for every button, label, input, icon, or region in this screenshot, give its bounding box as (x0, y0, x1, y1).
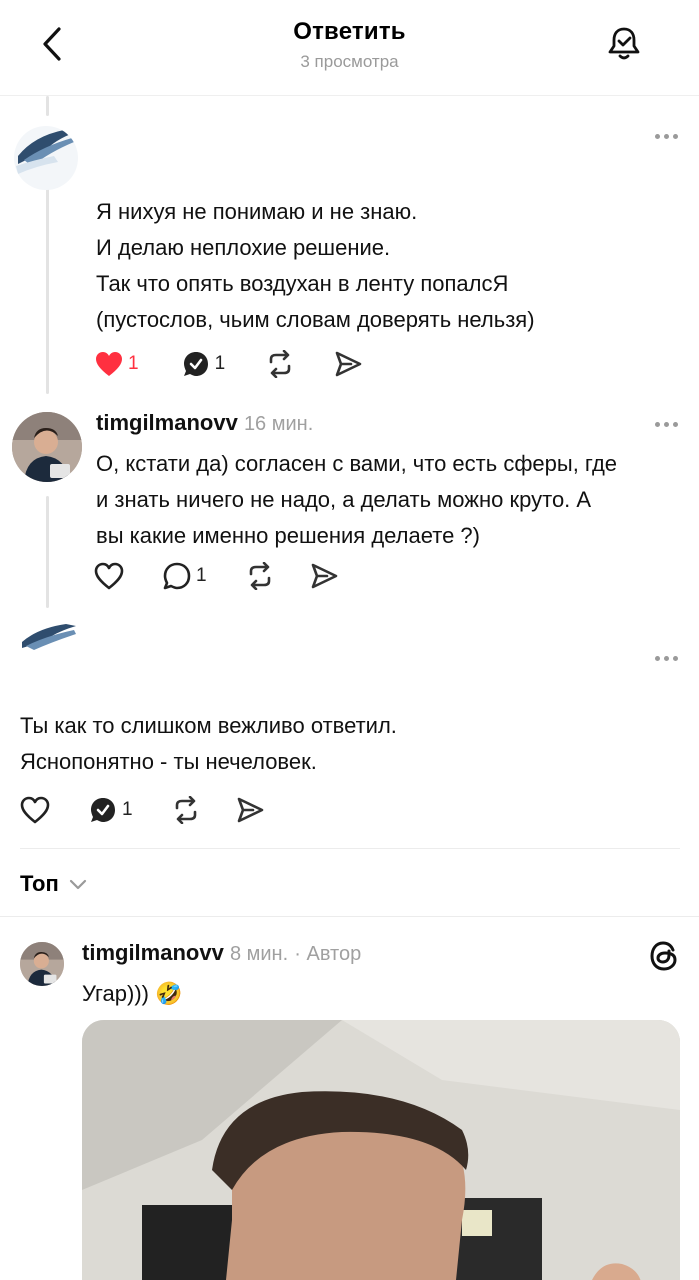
avatar[interactable] (20, 622, 78, 656)
heart-icon (96, 352, 122, 376)
more-options-button[interactable] (648, 412, 684, 436)
page-title: Ответить (293, 18, 406, 45)
heart-icon (94, 562, 124, 590)
like-button[interactable]: 1 (94, 344, 139, 384)
post-line: Так что опять воздухан в ленту попалсЯ (96, 271, 509, 296)
reply-count: 1 (196, 565, 207, 586)
post-line: Ты как то слишком вежливо ответил. (20, 713, 397, 738)
repost-icon (175, 796, 196, 824)
avatar[interactable] (12, 412, 82, 482)
more-options-button[interactable] (648, 124, 684, 148)
post-body: Я нихуя не понимаю и не знаю. И делаю не… (96, 194, 535, 338)
avatar[interactable] (20, 942, 64, 986)
author-badge: · Автор (294, 943, 362, 965)
post-line: вы какие именно решения делаете ?) (96, 523, 480, 548)
comment-icon (91, 798, 115, 822)
threads-logo-icon[interactable] (646, 938, 682, 974)
repost-icon (269, 350, 291, 378)
send-icon (311, 563, 337, 589)
comment-icon (183, 352, 208, 376)
like-button[interactable] (20, 790, 50, 830)
post-actions: 1 (20, 790, 295, 830)
post-body: Ты как то слишком вежливо ответил. Ясноп… (20, 708, 397, 780)
send-icon (335, 351, 362, 377)
post-author[interactable]: timgilmanovv 16 мин. (96, 410, 313, 436)
header-bar: Ответить 3 просмотра (0, 0, 699, 96)
post-line: Яснопонятно - ты нечеловек. (20, 749, 317, 774)
notifications-button[interactable] (600, 20, 648, 68)
post-line: О, кстати да) согласен с вами, что есть … (96, 451, 618, 476)
avatar[interactable] (14, 126, 78, 190)
sort-dropdown[interactable]: Топ (20, 868, 89, 900)
reply-button[interactable]: 1 (88, 790, 133, 830)
thread-line (46, 496, 49, 608)
view-count: 3 просмотра (300, 52, 399, 71)
sort-label: Топ (20, 871, 59, 896)
divider (0, 916, 699, 917)
share-button[interactable] (309, 556, 339, 596)
bell-check-icon (608, 27, 640, 60)
username[interactable]: timgilmanovv (82, 940, 224, 965)
share-button[interactable] (235, 790, 265, 830)
post-line: (пустослов, чьим словам доверять нельзя) (96, 307, 535, 332)
chevron-down-icon (69, 879, 86, 890)
post-timestamp: 16 мин. (243, 413, 314, 435)
post-line: И делаю неплохие решение. (96, 235, 391, 260)
post-actions: 1 (94, 556, 369, 596)
post-body: О, кстати да) согласен с вами, что есть … (96, 446, 617, 554)
post-actions: 1 1 (94, 344, 393, 384)
divider (20, 848, 680, 849)
send-icon (237, 797, 263, 823)
post-timestamp: 8 мин. (229, 943, 289, 965)
username[interactable]: timgilmanovv (96, 410, 238, 435)
post-line: Я нихуя не понимаю и не знаю. (96, 199, 418, 224)
repost-button[interactable] (245, 556, 275, 596)
thread-line (46, 96, 49, 116)
reply-count: 1 (214, 353, 226, 374)
like-button[interactable] (94, 556, 124, 596)
reply-button[interactable]: 1 (162, 556, 207, 596)
more-options-button[interactable] (648, 646, 684, 670)
repost-button[interactable] (265, 344, 295, 384)
post-line: и знать ничего не надо, а делать можно к… (96, 487, 592, 512)
header-title-group: Ответить 3 просмотра (0, 18, 699, 72)
thread-line (46, 188, 49, 394)
like-count: 1 (128, 353, 139, 374)
video-preview[interactable] (82, 1020, 680, 1280)
heart-icon (20, 796, 50, 824)
repost-icon (249, 562, 270, 590)
comment-icon (163, 562, 191, 590)
repost-button[interactable] (171, 790, 201, 830)
reply-button[interactable]: 1 (181, 344, 226, 384)
post-body: Угар))) 🤣 (82, 976, 183, 1012)
post-line: Угар))) (82, 981, 149, 1006)
share-button[interactable] (333, 344, 363, 384)
emoji: 🤣 (155, 981, 183, 1006)
post-author[interactable]: timgilmanovv 8 мин. · Автор (82, 940, 361, 966)
reply-count: 1 (122, 799, 133, 820)
